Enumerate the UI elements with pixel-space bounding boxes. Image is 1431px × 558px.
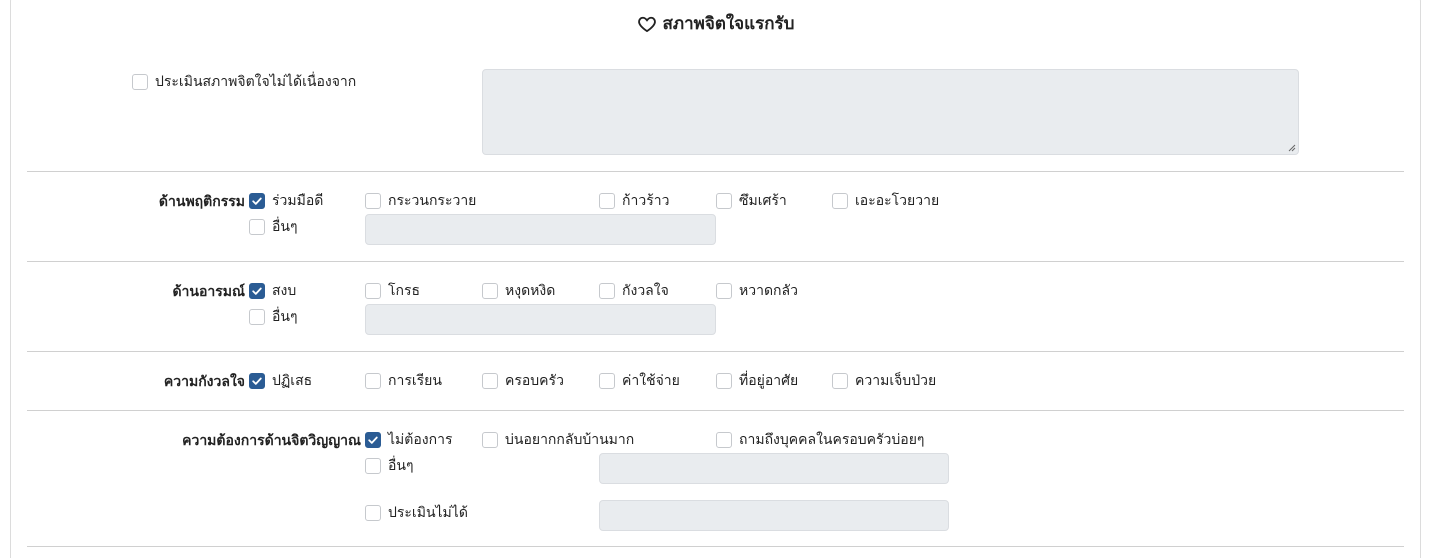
option-label: การเรียน	[388, 373, 442, 389]
anxiety-label: ความกังวลใจ	[163, 374, 245, 390]
anxiety-option-expenses[interactable]: ค่าใช้จ่าย	[599, 371, 680, 391]
checkbox-box[interactable]	[599, 373, 615, 389]
section-title-text: สภาพจิตใจแรกรับ	[662, 14, 795, 34]
checkbox-box[interactable]	[365, 505, 381, 521]
behavior-label: ด้านพฤติกรรม	[158, 194, 245, 210]
option-label: ความเจ็บป่วย	[855, 373, 937, 389]
option-label: สงบ	[272, 283, 297, 299]
option-label: ประเมินไม่ได้	[388, 505, 468, 521]
checkbox-box[interactable]	[716, 283, 732, 299]
checkbox-box[interactable]	[249, 219, 265, 235]
divider	[27, 410, 1404, 411]
spiritual-option-ask-family[interactable]: ถามถึงบุคคลในครอบครัวบ่อยๆ	[716, 430, 924, 450]
behavior-option-other[interactable]: อื่นๆ	[249, 217, 298, 237]
checkbox-box[interactable]	[716, 193, 732, 209]
option-label: หงุดหงิด	[505, 283, 556, 299]
emotion-other-input[interactable]	[365, 304, 716, 335]
option-label: กังวลใจ	[622, 283, 669, 299]
option-label: ค่าใช้จ่าย	[622, 373, 680, 389]
emotion-option-calm[interactable]: สงบ	[249, 281, 296, 301]
checkbox-box[interactable]	[599, 193, 615, 209]
anxiety-option-study[interactable]: การเรียน	[365, 371, 442, 391]
behavior-option-aggressive[interactable]: ก้าวร้าว	[599, 191, 669, 211]
anxiety-option-illness[interactable]: ความเจ็บป่วย	[832, 371, 936, 391]
checkmark-icon	[252, 197, 262, 205]
spiritual-option-other[interactable]: อื่นๆ	[365, 456, 414, 476]
option-label: ซึมเศร้า	[739, 193, 787, 209]
checkbox-box[interactable]	[365, 373, 381, 389]
emotion-option-anxious[interactable]: กังวลใจ	[599, 281, 669, 301]
option-label: หวาดกลัว	[739, 283, 798, 299]
divider	[27, 261, 1404, 262]
spiritual-option-none[interactable]: ไม่ต้องการ	[365, 430, 452, 450]
checkbox-box[interactable]	[599, 283, 615, 299]
option-label: อื่นๆ	[388, 458, 414, 474]
option-label: ครอบครัว	[505, 373, 564, 389]
heart-icon	[637, 16, 656, 32]
option-label: ที่อยู่อาศัย	[739, 373, 799, 389]
spiritual-other-input[interactable]	[599, 453, 949, 484]
checkbox-box[interactable]	[249, 193, 265, 209]
checkbox-box[interactable]	[482, 432, 498, 448]
checkbox-box[interactable]	[365, 283, 381, 299]
checkbox-box[interactable]	[249, 309, 265, 325]
checkbox-box[interactable]	[249, 283, 265, 299]
section-title: สภาพจิตใจแรกรับ	[0, 10, 1431, 37]
emotion-option-angry[interactable]: โกรธ	[365, 281, 420, 301]
behavior-option-depressed[interactable]: ซึมเศร้า	[716, 191, 787, 211]
behavior-option-noisy[interactable]: เอะอะโวยวาย	[832, 191, 939, 211]
option-label: อื่นๆ	[272, 219, 298, 235]
checkbox-box[interactable]	[716, 432, 732, 448]
spiritual-option-unassessable[interactable]: ประเมินไม่ได้	[365, 503, 468, 523]
unable-to-assess-label: ประเมินสภาพจิตใจไม่ได้เนื่องจาก	[155, 74, 357, 90]
option-label: เอะอะโวยวาย	[855, 193, 940, 209]
checkmark-icon	[368, 436, 378, 444]
behavior-other-input[interactable]	[365, 214, 716, 245]
checkbox-box[interactable]	[832, 193, 848, 209]
option-label: บ่นอยากกลับบ้านมาก	[505, 432, 635, 448]
spiritual-unassessable-input[interactable]	[599, 500, 949, 531]
checkbox-box[interactable]	[832, 373, 848, 389]
anxiety-option-family[interactable]: ครอบครัว	[482, 371, 564, 391]
divider	[27, 351, 1404, 352]
option-label: ถามถึงบุคคลในครอบครัวบ่อยๆ	[739, 432, 925, 448]
emotion-option-irritable[interactable]: หงุดหงิด	[482, 281, 555, 301]
option-label: ปฏิเสธ	[272, 373, 313, 389]
checkbox-box[interactable]	[716, 373, 732, 389]
checkbox-box[interactable]	[365, 458, 381, 474]
divider	[27, 546, 1404, 547]
option-label: กระวนกระวาย	[388, 193, 477, 209]
checkbox-box[interactable]	[132, 74, 148, 90]
emotion-option-other[interactable]: อื่นๆ	[249, 307, 298, 327]
checkbox-box[interactable]	[249, 373, 265, 389]
option-label: อื่นๆ	[272, 309, 298, 325]
checkbox-box[interactable]	[482, 373, 498, 389]
option-label: โกรธ	[388, 283, 421, 299]
checkbox-box[interactable]	[365, 432, 381, 448]
emotion-option-fearful[interactable]: หวาดกลัว	[716, 281, 798, 301]
divider	[27, 171, 1404, 172]
emotion-label: ด้านอารมณ์	[172, 284, 245, 300]
anxiety-option-deny[interactable]: ปฏิเสธ	[249, 371, 312, 391]
option-label: ไม่ต้องการ	[388, 432, 453, 448]
checkmark-icon	[252, 377, 262, 385]
option-label: ร่วมมือดี	[272, 193, 324, 209]
behavior-option-cooperative[interactable]: ร่วมมือดี	[249, 191, 323, 211]
option-label: ก้าวร้าว	[622, 193, 670, 209]
checkmark-icon	[252, 287, 262, 295]
spiritual-label: ความต้องการด้านจิตวิญญาณ	[182, 433, 361, 449]
anxiety-option-housing[interactable]: ที่อยู่อาศัย	[716, 371, 798, 391]
resize-grip-icon[interactable]	[1288, 144, 1296, 152]
unable-reason-textarea[interactable]	[482, 69, 1299, 155]
spiritual-option-want-home[interactable]: บ่นอยากกลับบ้านมาก	[482, 430, 634, 450]
checkbox-box[interactable]	[365, 193, 381, 209]
unable-to-assess-checkbox[interactable]: ประเมินสภาพจิตใจไม่ได้เนื่องจาก	[132, 72, 356, 92]
checkbox-box[interactable]	[482, 283, 498, 299]
behavior-option-restless[interactable]: กระวนกระวาย	[365, 191, 476, 211]
